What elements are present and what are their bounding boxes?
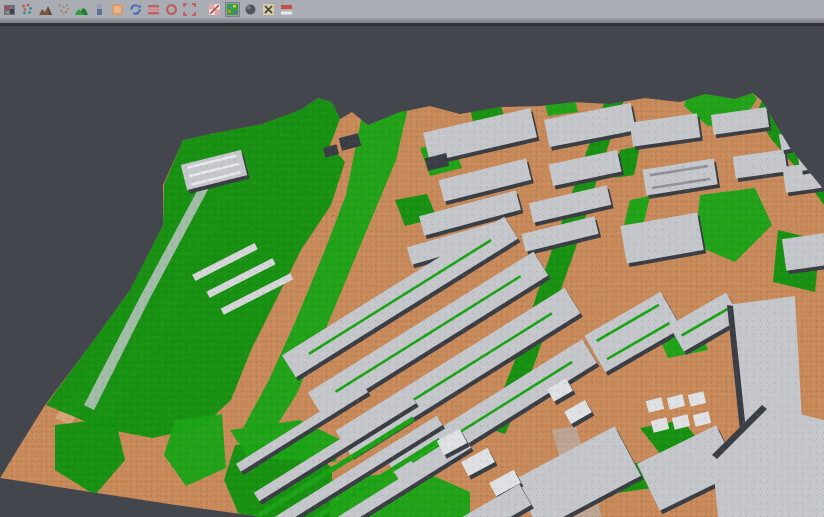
refresh-rotate-icon[interactable]: [128, 2, 143, 17]
sphere-view-icon[interactable]: [243, 2, 258, 17]
checker-overlay-icon[interactable]: [207, 2, 222, 17]
scatter-points-icon[interactable]: [20, 2, 35, 17]
sparse-points-icon[interactable]: [56, 2, 71, 17]
point-speckle-overlay-2: [0, 93, 824, 517]
application-window: [0, 0, 824, 517]
ortho-tile-icon[interactable]: [110, 2, 125, 17]
tin-surface-icon[interactable]: [38, 2, 53, 17]
discard-tile-icon[interactable]: [261, 2, 276, 17]
point-cloud-render: [0, 26, 824, 517]
toolbar-separator: [200, 2, 207, 17]
circle-select-icon[interactable]: [164, 2, 179, 17]
red-layers-icon[interactable]: [146, 2, 161, 17]
zoom-extent-icon[interactable]: [182, 2, 197, 17]
profile-column-icon[interactable]: [92, 2, 107, 17]
split-list-icon[interactable]: [279, 2, 294, 17]
viewport-3d[interactable]: [0, 26, 824, 517]
classification-palette-icon[interactable]: [225, 2, 240, 17]
toolbar: [0, 0, 824, 18]
blocks-icon[interactable]: [2, 2, 17, 17]
terrain-hill-icon[interactable]: [74, 2, 89, 17]
